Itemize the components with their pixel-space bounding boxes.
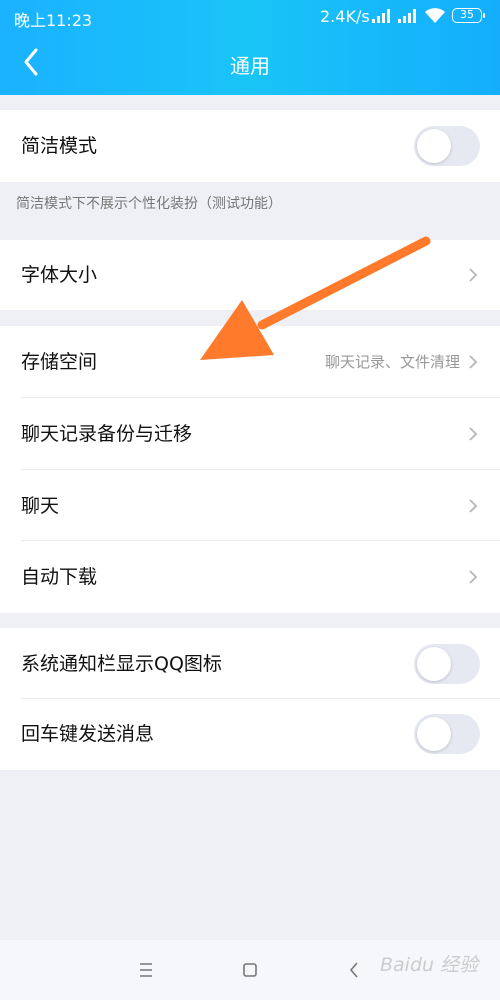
watermark: Baidu 经验	[380, 954, 479, 976]
chevron-right-icon	[469, 570, 478, 584]
auto-download-label: 自动下载	[21, 566, 98, 588]
notification-qq-icon-toggle[interactable]	[414, 644, 480, 684]
font-size-group: 字体大小	[0, 240, 500, 310]
signal-icon	[398, 9, 420, 23]
toggle-knob	[417, 129, 451, 163]
notification-qq-icon-row: 系统通知栏显示QQ图标	[0, 628, 500, 699]
page-title: 通用	[230, 54, 270, 78]
enter-send-row: 回车键发送消息	[0, 699, 500, 770]
status-bar: 晚上11:23 2.4K/s 35	[0, 0, 500, 32]
toggles-group: 系统通知栏显示QQ图标 回车键发送消息	[0, 628, 500, 770]
status-time: 晚上11:23	[14, 11, 93, 30]
toggle-knob	[417, 647, 451, 681]
chevron-right-icon	[469, 268, 478, 282]
header-bar: 晚上11:23 2.4K/s 35 通用	[0, 0, 500, 95]
simple-mode-hint: 简洁模式下不展示个性化装扮（测试功能）	[16, 196, 282, 212]
home-square-icon[interactable]	[232, 952, 268, 988]
storage-value: 聊天记录、文件清理	[324, 353, 460, 371]
wifi-icon	[425, 8, 445, 23]
chevron-right-icon	[469, 427, 478, 441]
backup-label: 聊天记录备份与迁移	[21, 423, 193, 445]
back-triangle-icon[interactable]	[336, 952, 372, 988]
settings-item-chat[interactable]: 聊天	[0, 470, 500, 541]
storage-group: 存储空间 聊天记录、文件清理 聊天记录备份与迁移 聊天 自动下载	[0, 326, 500, 613]
enter-send-toggle[interactable]	[414, 714, 480, 754]
battery-icon: 35	[452, 8, 485, 23]
menu-icon[interactable]	[128, 952, 164, 988]
chevron-right-icon	[469, 355, 478, 369]
simple-mode-toggle[interactable]	[414, 126, 480, 166]
notification-qq-icon-label: 系统通知栏显示QQ图标	[21, 653, 222, 675]
storage-label: 存储空间	[21, 351, 98, 373]
signal-icon	[372, 9, 394, 23]
simple-mode-row: 简洁模式	[0, 110, 500, 182]
settings-item-storage[interactable]: 存储空间 聊天记录、文件清理	[0, 326, 500, 398]
font-size-label: 字体大小	[21, 264, 98, 286]
simple-mode-group: 简洁模式	[0, 110, 500, 182]
chat-label: 聊天	[21, 495, 60, 517]
toggle-knob	[417, 717, 451, 751]
network-speed: 2.4K/s	[320, 7, 370, 26]
chevron-right-icon	[469, 499, 478, 513]
enter-send-label: 回车键发送消息	[21, 723, 155, 745]
font-size-row[interactable]: 字体大小	[0, 240, 500, 310]
simple-mode-label: 简洁模式	[21, 135, 98, 157]
settings-item-backup[interactable]: 聊天记录备份与迁移	[0, 398, 500, 470]
settings-item-auto-download[interactable]: 自动下载	[0, 541, 500, 613]
